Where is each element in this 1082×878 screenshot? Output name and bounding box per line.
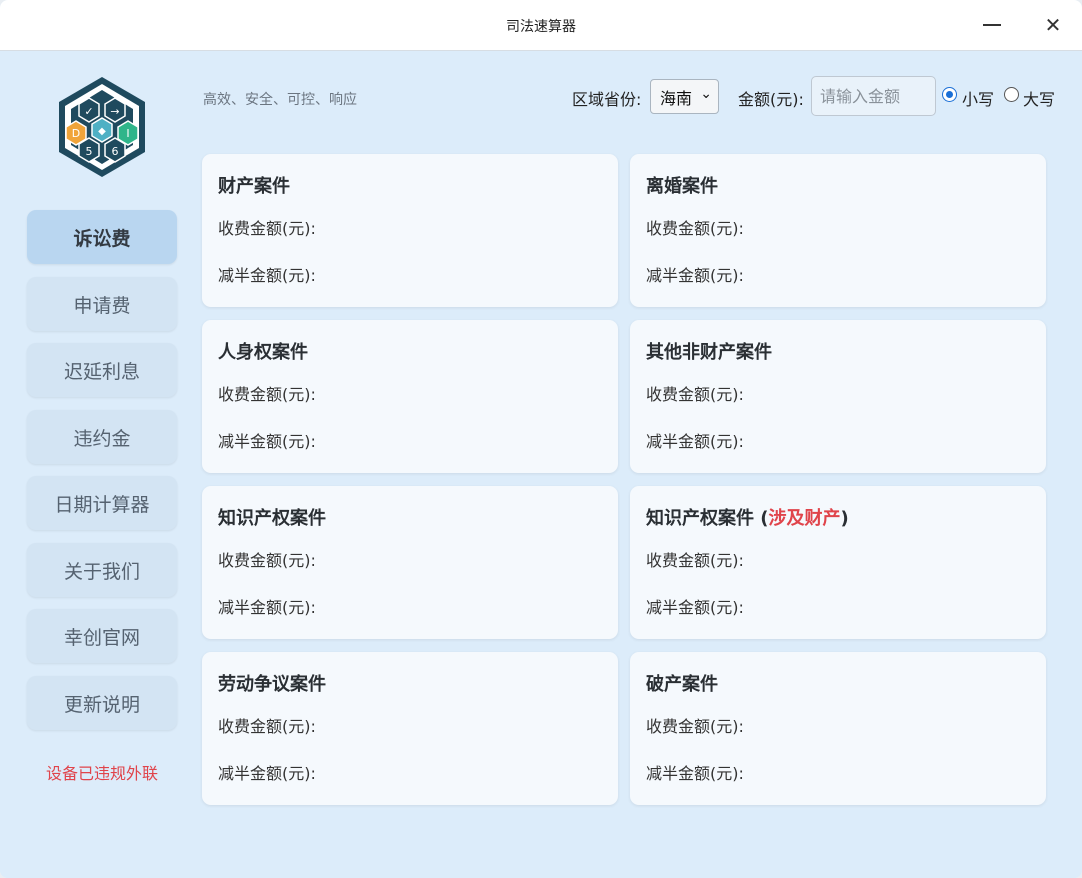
svg-text:→: →: [110, 105, 119, 118]
sidebar-item-delay-interest[interactable]: 迟延利息: [27, 343, 177, 397]
half-amount-label: 减半金额(元):: [646, 432, 744, 451]
svg-text:✓: ✓: [84, 105, 93, 118]
sidebar-item-label: 申请费: [73, 294, 131, 317]
title-bar: 司法速算器 ✕: [0, 0, 1082, 51]
minimize-button[interactable]: [977, 10, 1007, 40]
case-card-bankruptcy: 破产案件 收费金额(元): 减半金额(元):: [630, 652, 1046, 805]
svg-text:5: 5: [86, 145, 93, 158]
svg-text:D: D: [72, 127, 80, 140]
fee-amount-label: 收费金额(元):: [646, 717, 744, 736]
sidebar-item-label: 关于我们: [63, 560, 140, 583]
sidebar-item-label: 诉讼费: [73, 227, 131, 250]
case-card-labor-dispute: 劳动争议案件 收费金额(元): 减半金额(元):: [202, 652, 618, 805]
card-title-main: 知识产权案件 (: [646, 508, 769, 529]
half-amount-label: 减半金额(元):: [218, 764, 316, 783]
device-warning: 设备已违规外联: [45, 764, 158, 783]
case-card-ip-property: 知识产权案件 (涉及财产) 收费金额(元): 减半金额(元):: [630, 486, 1046, 639]
fee-amount-label: 收费金额(元):: [646, 385, 744, 404]
sidebar-item-litigation-fee[interactable]: 诉讼费: [27, 210, 177, 264]
radio-lowercase-label[interactable]: 小写: [962, 86, 994, 110]
sidebar-item-official-site[interactable]: 幸创官网: [27, 609, 177, 663]
card-title-highlight: 涉及财产: [768, 508, 841, 529]
sidebar-item-about-us[interactable]: 关于我们: [27, 543, 177, 597]
radio-lowercase[interactable]: [942, 87, 957, 102]
sidebar-item-application-fee[interactable]: 申请费: [27, 277, 177, 331]
card-title: 财产案件: [218, 176, 290, 197]
chevron-down-icon: ⌄: [700, 86, 712, 102]
radio-uppercase-label[interactable]: 大写: [1023, 86, 1055, 110]
card-title: 人身权案件: [218, 342, 308, 363]
sidebar-item-date-calculator[interactable]: 日期计算器: [27, 476, 177, 530]
fee-amount-label: 收费金额(元):: [218, 717, 316, 736]
sidebar-item-label: 违约金: [73, 427, 131, 450]
half-amount-label: 减半金额(元):: [646, 598, 744, 617]
sidebar-item-release-notes[interactable]: 更新说明: [27, 676, 177, 730]
svg-text:6: 6: [112, 145, 119, 158]
fee-amount-label: 收费金额(元):: [646, 551, 744, 570]
card-title-suffix: ): [840, 508, 849, 529]
app-window: 司法速算器 ✕ ✓ → D ◆ I 5 6 诉讼费 申请费 迟延利息 违约金 日…: [0, 0, 1082, 878]
card-title: 劳动争议案件: [218, 674, 326, 695]
card-title: 破产案件: [646, 674, 718, 695]
amount-input[interactable]: [811, 76, 936, 116]
region-label: 区域省份:: [572, 90, 642, 109]
case-card-personal-rights: 人身权案件 收费金额(元): 减半金额(元):: [202, 320, 618, 473]
sidebar-item-label: 迟延利息: [63, 360, 140, 383]
card-title: 其他非财产案件: [646, 342, 772, 363]
case-card-divorce: 离婚案件 收费金额(元): 减半金额(元):: [630, 154, 1046, 307]
amount-label: 金额(元):: [738, 90, 804, 109]
sidebar-item-penalty[interactable]: 违约金: [27, 410, 177, 464]
region-select[interactable]: 海南 ⌄: [650, 79, 719, 114]
sidebar-item-label: 日期计算器: [54, 493, 150, 516]
slogan: 高效、安全、可控、响应: [203, 92, 357, 108]
card-title: 离婚案件: [646, 176, 718, 197]
sidebar-item-label: 幸创官网: [63, 626, 140, 649]
fee-amount-label: 收费金额(元):: [218, 551, 316, 570]
close-button[interactable]: ✕: [1038, 10, 1068, 40]
case-card-other-non-property: 其他非财产案件 收费金额(元): 减半金额(元):: [630, 320, 1046, 473]
fee-amount-label: 收费金额(元):: [646, 219, 744, 238]
half-amount-label: 减半金额(元):: [218, 598, 316, 617]
app-logo: ✓ → D ◆ I 5 6: [59, 77, 145, 177]
fee-amount-label: 收费金额(元):: [218, 385, 316, 404]
region-select-value: 海南: [660, 88, 693, 108]
fee-amount-label: 收费金额(元):: [218, 219, 316, 238]
half-amount-label: 减半金额(元):: [646, 764, 744, 783]
minimize-icon: [983, 24, 1001, 26]
card-title: 知识产权案件: [218, 508, 326, 529]
half-amount-label: 减半金额(元):: [646, 266, 744, 285]
half-amount-label: 减半金额(元):: [218, 432, 316, 451]
case-card-ip: 知识产权案件 收费金额(元): 减半金额(元):: [202, 486, 618, 639]
svg-text:I: I: [126, 127, 129, 140]
case-card-property: 财产案件 收费金额(元): 减半金额(元):: [202, 154, 618, 307]
window-title: 司法速算器: [506, 19, 576, 35]
svg-text:◆: ◆: [98, 126, 106, 137]
sidebar-item-label: 更新说明: [63, 693, 140, 716]
half-amount-label: 减半金额(元):: [218, 266, 316, 285]
radio-uppercase[interactable]: [1004, 87, 1019, 102]
close-icon: ✕: [1044, 13, 1062, 37]
card-title: 知识产权案件 (涉及财产): [646, 504, 849, 530]
main-content: ✓ → D ◆ I 5 6 诉讼费 申请费 迟延利息 违约金 日期计算器 关于我…: [0, 51, 1082, 878]
